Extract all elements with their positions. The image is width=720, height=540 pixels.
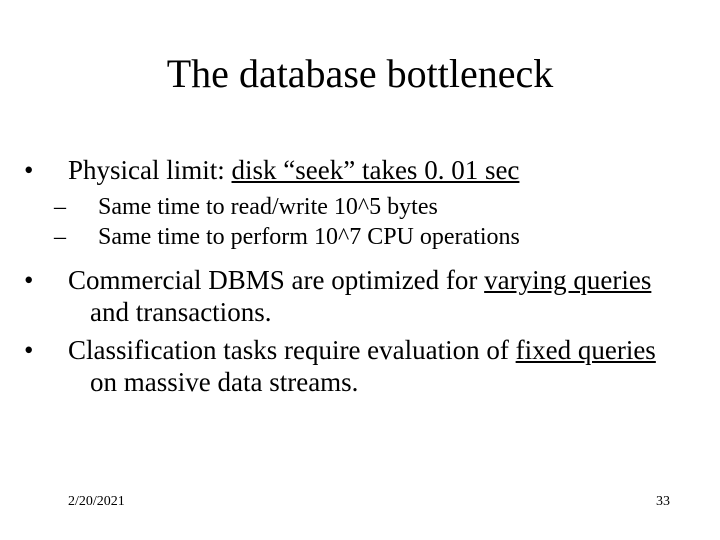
slide: The database bottleneck •Physical limit:… bbox=[0, 0, 720, 540]
bullet-2-underline: varying queries bbox=[484, 265, 651, 295]
footer-page-number: 33 bbox=[656, 494, 670, 510]
bullet-3: •Classification tasks require evaluation… bbox=[68, 335, 668, 399]
sub-bullet-1: –Same time to read/write 10^5 bytes bbox=[68, 193, 668, 221]
dash-icon: – bbox=[76, 193, 98, 221]
bullet-1: •Physical limit: disk “seek” takes 0. 01… bbox=[68, 155, 668, 187]
dash-icon: – bbox=[76, 223, 98, 251]
bullet-3-post: on massive data streams. bbox=[90, 367, 358, 397]
sub-bullet-2-text: Same time to perform 10^7 CPU operations bbox=[98, 224, 520, 250]
bullet-dot-icon: • bbox=[46, 155, 68, 187]
bullet-2-pre: Commercial DBMS are optimized for bbox=[68, 265, 484, 295]
footer-date: 2/20/2021 bbox=[68, 494, 125, 510]
bullet-1-underline: disk “seek” takes 0. 01 sec bbox=[232, 155, 520, 185]
bullet-3-underline: fixed queries bbox=[516, 335, 656, 365]
bullet-2: •Commercial DBMS are optimized for varyi… bbox=[68, 265, 668, 329]
spacer bbox=[68, 253, 668, 265]
bullet-1-pre: Physical limit: bbox=[68, 155, 232, 185]
bullet-dot-icon: • bbox=[46, 335, 68, 367]
slide-title: The database bottleneck bbox=[0, 50, 720, 97]
sub-bullet-1-text: Same time to read/write 10^5 bytes bbox=[98, 194, 438, 220]
bullet-2-post: and transactions. bbox=[90, 297, 271, 327]
sub-bullet-2: –Same time to perform 10^7 CPU operation… bbox=[68, 223, 668, 251]
bullet-dot-icon: • bbox=[46, 265, 68, 297]
slide-body: •Physical limit: disk “seek” takes 0. 01… bbox=[68, 155, 668, 405]
bullet-3-pre: Classification tasks require evaluation … bbox=[68, 335, 516, 365]
